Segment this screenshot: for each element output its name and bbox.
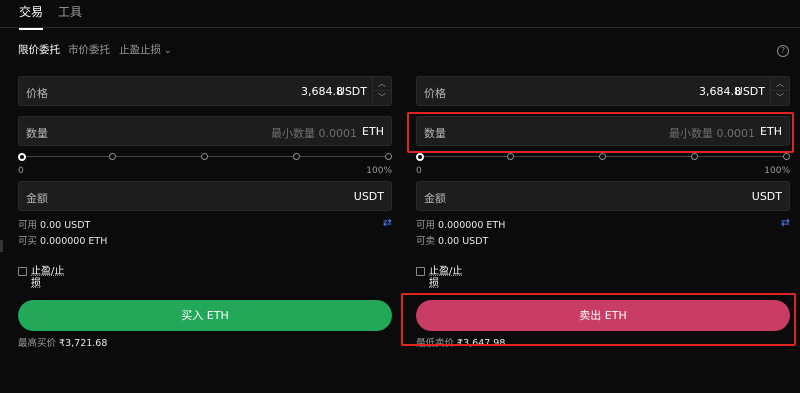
transfer-icon[interactable]: ⇄ [781, 216, 790, 229]
available-label: 可用 [18, 220, 38, 231]
can-sell-value: 0.00 USDT [438, 236, 489, 247]
buy-panel: 价格 3,684.8 USDT ︿ ﹀ 数量 最小数量 0.0001 ETH 0… [18, 0, 392, 393]
buy-price-label: 价格 [26, 87, 48, 100]
highlight-quantity-box [407, 112, 794, 153]
can-sell-label: 可卖 [416, 236, 436, 247]
sell-available: 可用 0.000000 ETH [416, 217, 505, 231]
available-value: 0.000000 ETH [438, 220, 506, 231]
available-label: 可用 [416, 220, 436, 231]
buy-max: 可买 0.000000 ETH [18, 233, 107, 247]
buy-tpsl-checkbox[interactable] [18, 267, 27, 276]
buy-price-stepper[interactable]: ︿ ﹀ [372, 77, 391, 105]
chevron-down-icon[interactable]: ﹀ [771, 91, 789, 105]
buy-price-field[interactable]: 价格 3,684.8 USDT ︿ ﹀ [18, 76, 392, 106]
buy-price-unit: USDT [336, 85, 367, 98]
chevron-down-icon[interactable]: ﹀ [373, 91, 391, 105]
slider-step-75[interactable] [691, 153, 698, 160]
sell-price-stepper[interactable]: ︿ ﹀ [770, 77, 789, 105]
buy-percent-slider[interactable] [18, 152, 392, 161]
chevron-up-icon[interactable]: ︿ [771, 77, 789, 91]
buy-amount-unit: USDT [353, 190, 384, 203]
buy-quantity-placeholder: 最小数量 0.0001 [271, 127, 357, 140]
buy-button[interactable]: 买入 ETH [18, 300, 392, 331]
sell-amount-field[interactable]: 金额 USDT [416, 181, 790, 211]
slider-min-label: 0 [416, 166, 422, 176]
sell-price-unit: USDT [734, 85, 765, 98]
slider-max-label: 100% [764, 166, 790, 176]
sell-price-field[interactable]: 价格 3,684.8 USDT ︿ ﹀ [416, 76, 790, 106]
slider-handle[interactable] [18, 152, 26, 161]
buy-amount-label: 金额 [26, 192, 48, 205]
buy-quantity-unit: ETH [362, 125, 384, 138]
transfer-icon[interactable]: ⇄ [383, 216, 392, 229]
sell-percent-slider[interactable] [416, 152, 790, 161]
can-buy-value: 0.000000 ETH [40, 236, 108, 247]
best-bid-label: 最高买价 [18, 338, 57, 349]
available-value: 0.00 USDT [40, 220, 91, 231]
buy-quantity-label: 数量 [26, 127, 48, 140]
sell-max: 可卖 0.00 USDT [416, 233, 488, 247]
buy-best-price: 最高买价 ₹3,721.68 [18, 335, 107, 349]
slider-step-100[interactable] [385, 153, 392, 160]
slider-max-label: 100% [366, 166, 392, 176]
sell-amount-unit: USDT [751, 190, 782, 203]
slider-step-75[interactable] [293, 153, 300, 160]
sell-amount-label: 金额 [424, 192, 446, 205]
sell-tpsl-checkbox[interactable] [416, 267, 425, 276]
slider-step-100[interactable] [783, 153, 790, 160]
sell-price-label: 价格 [424, 87, 446, 100]
sell-tpsl-label: 止盈/止损 [429, 266, 463, 289]
chevron-up-icon[interactable]: ︿ [373, 77, 391, 91]
best-bid-value: ₹3,721.68 [59, 338, 108, 349]
buy-tpsl-label: 止盈/止损 [31, 266, 65, 289]
slider-min-label: 0 [18, 166, 24, 176]
buy-quantity-field[interactable]: 数量 最小数量 0.0001 ETH [18, 116, 392, 146]
slider-step-25[interactable] [109, 153, 116, 160]
highlight-sell-button-box [401, 293, 796, 346]
resize-handle[interactable] [0, 240, 3, 252]
slider-step-50[interactable] [599, 153, 606, 160]
buy-amount-field[interactable]: 金额 USDT [18, 181, 392, 211]
slider-step-50[interactable] [201, 153, 208, 160]
slider-step-25[interactable] [507, 153, 514, 160]
can-buy-label: 可买 [18, 236, 38, 247]
buy-available: 可用 0.00 USDT [18, 217, 90, 231]
slider-handle[interactable] [416, 152, 424, 161]
